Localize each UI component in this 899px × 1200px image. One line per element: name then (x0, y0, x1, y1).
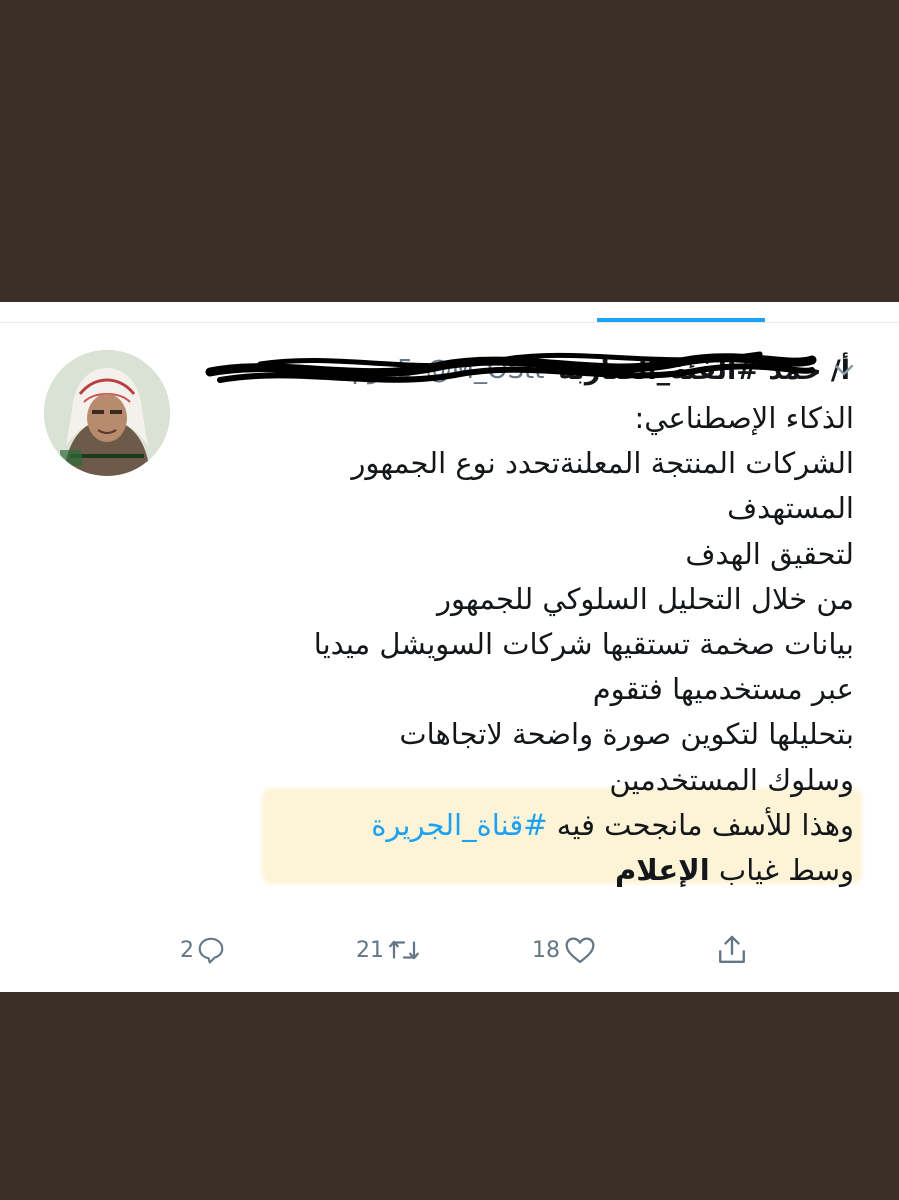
avatar-photo (44, 350, 170, 476)
tweet-line: بيانات صخمة تستقيها شركات السويشل ميديا (313, 627, 854, 662)
reply-count: 2 (180, 937, 194, 963)
divider (0, 322, 899, 323)
share-icon (719, 935, 745, 963)
tweet-line-text: وسط غياب (709, 853, 854, 888)
tweet-line: وسلوك المستخدمين (609, 762, 854, 797)
like-button[interactable]: 18 (532, 920, 596, 980)
reply-icon (198, 937, 224, 964)
reply-button[interactable]: 2 (180, 920, 226, 980)
tweet-line: من خلال التحليل السلوكي للجمهور (436, 581, 854, 616)
retweet-icon (389, 940, 419, 960)
tweet-line: لتحقيق الهدف (685, 536, 854, 571)
tweet-text: الذكاء الإصطناعي: الشركات المنتجة المعلن… (190, 396, 854, 893)
photo-frame-bottom (0, 992, 899, 1200)
photo-frame-top (0, 0, 899, 302)
tweet-line-bold: الإعلام (615, 853, 710, 888)
hashtag-link[interactable]: #قناة_الجريرة (371, 808, 547, 842)
like-count: 18 (532, 937, 560, 963)
tweet-line-hashtag: وهذا للأسف مانجحت فيه #قناة_الجريرة (190, 803, 854, 848)
tweet-header: أ/ حمد #الفئة_الضاربة @M_OStt 5 يوم (170, 346, 850, 394)
tweet-line: الذكاء الإصطناعي: (634, 401, 854, 435)
tweet-actions: 2 21 18 (0, 920, 899, 980)
tweet-line: الشركات المنتجة المعلنةتحدد نوع الجمهور (351, 446, 854, 481)
retweet-button[interactable]: 21 (356, 920, 422, 980)
chevron-down-icon[interactable] (832, 358, 856, 382)
tweet-line-text: وهذا للأسف مانجحت فيه (547, 807, 854, 842)
tweet-date[interactable]: 5 يوم (352, 355, 414, 385)
author-display-name[interactable]: أ/ حمد #الفئة_الضاربة (558, 355, 850, 386)
share-button[interactable] (716, 920, 748, 980)
tweet-line-last: وسط غياب الإعلام (190, 848, 854, 893)
tweet-line: بتحليلها لتكوين صورة واضحة لاتجاهات (399, 717, 854, 752)
tweet-line: عبر مستخدميها فتقوم (592, 672, 854, 707)
tweet-card[interactable]: أ/ حمد #الفئة_الضاربة @M_OStt 5 يوم الذك… (0, 302, 899, 992)
retweet-count: 21 (356, 937, 384, 963)
author-handle[interactable]: @M_OStt (426, 355, 545, 385)
avatar[interactable] (44, 350, 170, 476)
heart-icon (565, 937, 595, 964)
active-tab-indicator (597, 318, 765, 322)
tweet-line: المستهدف (727, 491, 854, 526)
